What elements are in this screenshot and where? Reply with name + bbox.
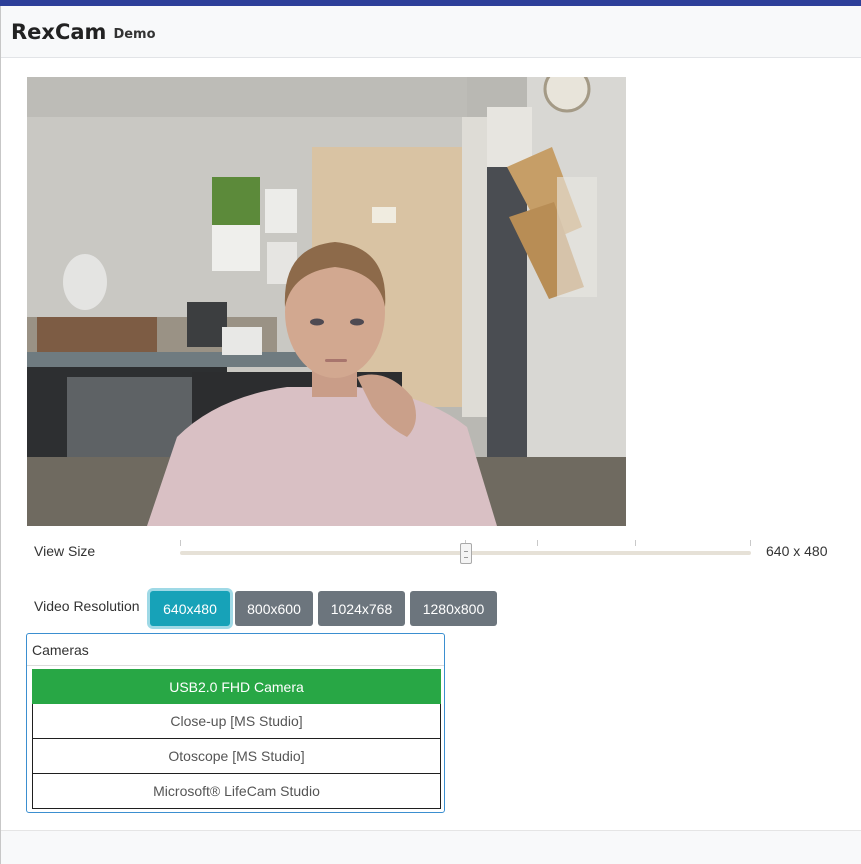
divider xyxy=(27,665,444,666)
brand-subtitle: Demo xyxy=(113,27,156,42)
slider-tick xyxy=(537,540,538,546)
resolution-800x600-button[interactable]: 800x600 xyxy=(235,591,313,626)
slider-thumb-handle[interactable] xyxy=(460,543,472,564)
slider-tick xyxy=(180,540,181,546)
camera-item-usb2-fhd[interactable]: USB2.0 FHD Camera xyxy=(32,669,441,704)
resolution-1280x800-button[interactable]: 1280x800 xyxy=(410,591,497,626)
camera-video-feed xyxy=(27,77,626,526)
resolution-1024x768-button[interactable]: 1024x768 xyxy=(318,591,405,626)
footer-bar xyxy=(1,830,861,864)
view-size-slider[interactable] xyxy=(180,536,751,564)
window-frame-edge xyxy=(0,6,1,864)
video-resolution-label: Video Resolution xyxy=(34,598,140,614)
slider-tick xyxy=(635,540,636,546)
view-size-value: 640 x 480 xyxy=(766,543,828,559)
camera-item-otoscope[interactable]: Otoscope [MS Studio] xyxy=(32,739,441,774)
camera-list: USB2.0 FHD Camera Close-up [MS Studio] O… xyxy=(32,669,441,809)
cameras-panel-title: Cameras xyxy=(32,642,89,658)
brand-title[interactable]: RexCam xyxy=(11,20,106,44)
camera-item-lifecam-studio[interactable]: Microsoft® LifeCam Studio xyxy=(32,774,441,809)
navbar: RexCam Demo xyxy=(1,6,861,58)
resolution-640x480-button[interactable]: 640x480 xyxy=(150,591,230,626)
cameras-panel: Cameras USB2.0 FHD Camera Close-up [MS S… xyxy=(26,633,445,813)
camera-item-close-up[interactable]: Close-up [MS Studio] xyxy=(32,704,441,739)
slider-tick xyxy=(750,540,751,546)
view-size-label: View Size xyxy=(34,543,96,559)
video-frame-image xyxy=(27,77,626,526)
